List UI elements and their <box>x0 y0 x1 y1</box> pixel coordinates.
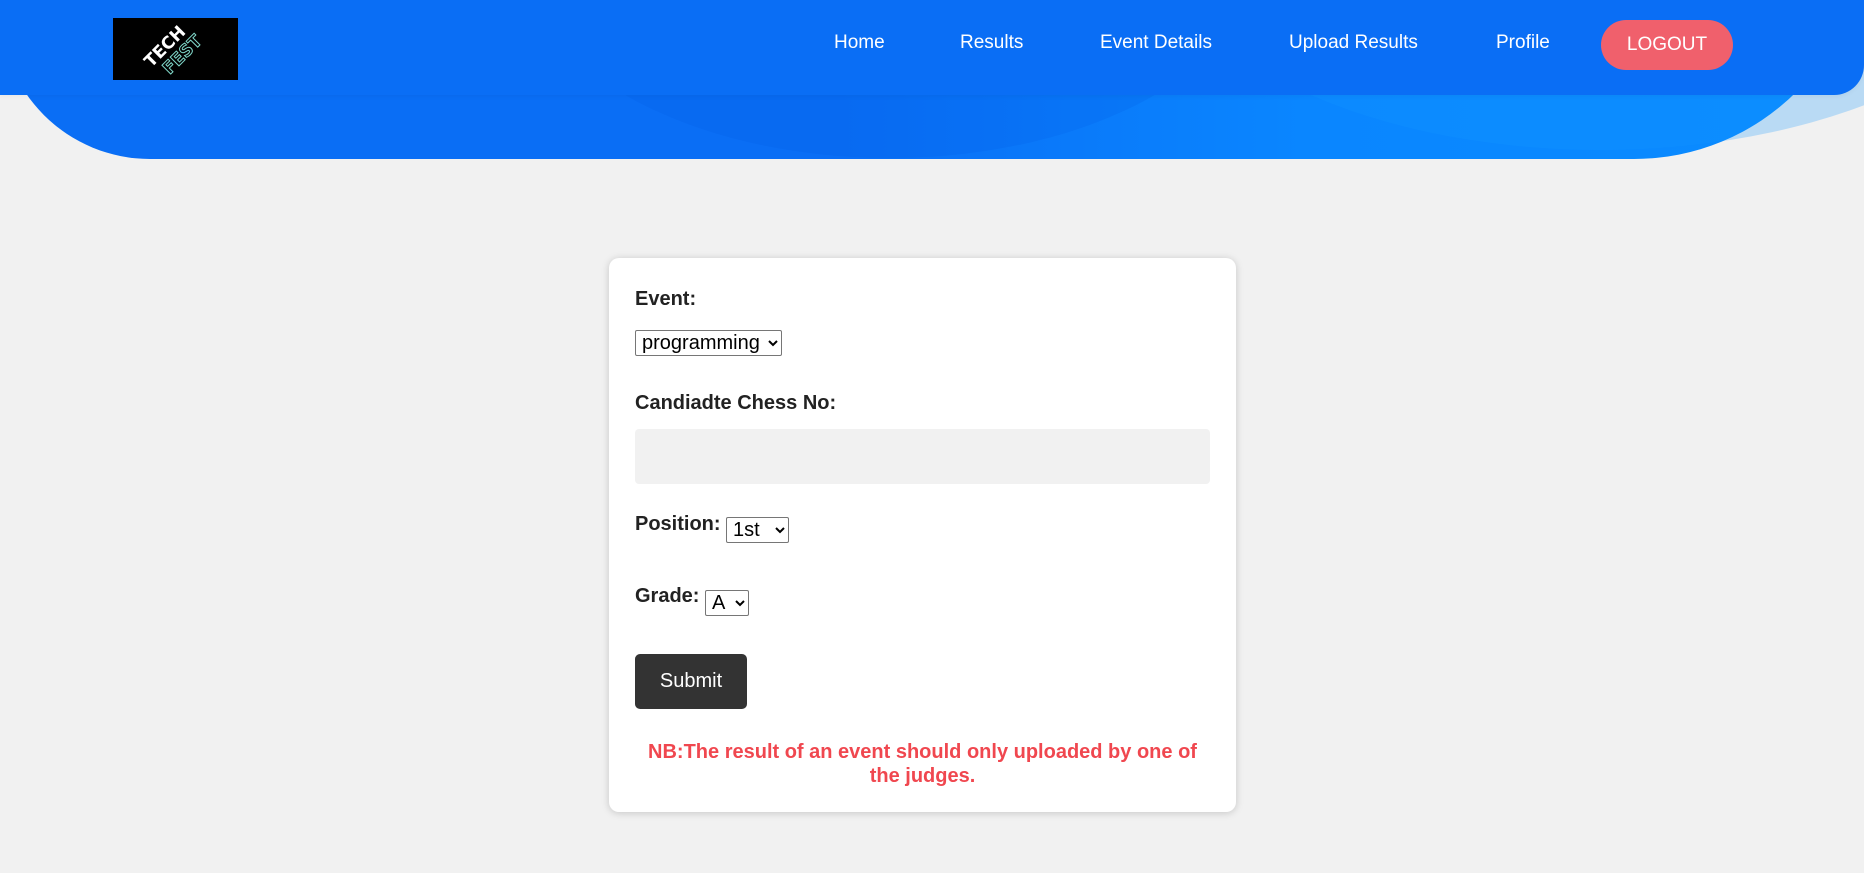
chess-no-label: Candiadte Chess No: <box>635 392 837 414</box>
nav-profile[interactable]: Profile <box>1496 32 1550 54</box>
grade-select[interactable]: A <box>705 590 749 616</box>
nav-event-details[interactable]: Event Details <box>1100 32 1212 54</box>
event-label: Event: <box>635 288 697 310</box>
upload-result-form: Event: programming Candiadte Chess No: P… <box>609 258 1236 812</box>
nav-links: Home Results Event Details Upload Result… <box>0 0 1864 90</box>
navbar: TECH FEST Home Results Event Details Upl… <box>0 0 1864 95</box>
logout-button[interactable]: LOGOUT <box>1601 20 1733 70</box>
submit-button[interactable]: Submit <box>635 654 747 709</box>
nav-home[interactable]: Home <box>834 32 885 54</box>
event-select[interactable]: programming <box>635 330 782 356</box>
position-select[interactable]: 1st <box>726 517 789 543</box>
judges-note: NB:The result of an event should only up… <box>648 741 1197 787</box>
nav-upload-results[interactable]: Upload Results <box>1289 32 1418 54</box>
position-label: Position: <box>635 513 721 535</box>
nav-results[interactable]: Results <box>960 32 1023 54</box>
grade-label: Grade: <box>635 585 700 607</box>
chess-no-input[interactable] <box>635 429 1210 484</box>
